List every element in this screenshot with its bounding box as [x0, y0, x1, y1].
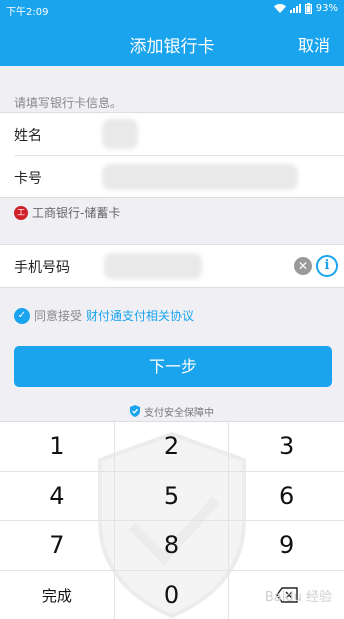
key-6[interactable]: 6: [229, 472, 344, 521]
key-0[interactable]: 0: [115, 570, 230, 619]
key-1[interactable]: 1: [0, 422, 115, 472]
number-keypad: 1 2 3 4 5 6 7 8 9 完成 0 Baidu 经验: [0, 421, 344, 619]
page-title: 添加银行卡: [129, 37, 215, 57]
phone-label: 手机号码: [14, 260, 70, 276]
bank-info: 工 工商银行-储蓄卡: [14, 204, 120, 221]
next-button[interactable]: 下一步: [14, 346, 332, 387]
signal-icon: [289, 4, 301, 13]
card-info-group: 姓名 卡号: [0, 112, 344, 198]
security-notice: 支付安全保障中: [0, 400, 344, 422]
form-hint: 请填写银行卡信息。: [14, 96, 123, 110]
key-8[interactable]: 8: [114, 521, 230, 571]
agreement: ✓ 同意接受 财付通支付相关协议: [14, 307, 194, 324]
battery-icon: [304, 3, 312, 14]
status-icons: 93%: [273, 3, 338, 14]
shield-icon: [130, 405, 140, 417]
done-key[interactable]: 完成: [0, 570, 115, 619]
card-number-row[interactable]: 卡号: [14, 155, 344, 197]
wifi-icon: [273, 4, 286, 13]
phone-value-redacted: [104, 253, 202, 279]
clear-icon[interactable]: ✕: [294, 257, 312, 275]
bank-name: 工商银行-储蓄卡: [32, 206, 121, 220]
info-icon[interactable]: i: [316, 255, 338, 277]
key-4[interactable]: 4: [0, 471, 115, 521]
cancel-button[interactable]: 取消: [298, 32, 330, 56]
phone-row[interactable]: 手机号码 ✕ i: [0, 245, 344, 287]
name-label: 姓名: [14, 128, 42, 144]
key-2[interactable]: 2: [114, 422, 230, 472]
icbc-logo-icon: 工: [14, 205, 28, 220]
checkmark-icon[interactable]: ✓: [14, 307, 30, 324]
security-text: 支付安全保障中: [144, 407, 214, 419]
status-time: 下午2:09: [6, 7, 49, 18]
key-7[interactable]: 7: [0, 521, 115, 571]
card-number-label: 卡号: [14, 171, 42, 187]
card-number-redacted: [102, 164, 298, 190]
key-9[interactable]: 9: [229, 521, 344, 571]
baidu-watermark: Baidu 经验: [264, 590, 332, 605]
agreement-link[interactable]: 财付通支付相关协议: [86, 307, 194, 324]
name-row[interactable]: 姓名: [0, 113, 344, 155]
nav-bar: 添加银行卡 取消: [0, 18, 344, 66]
agreement-prefix: 同意接受: [34, 309, 83, 323]
battery-percent: 93%: [315, 3, 338, 14]
key-3[interactable]: 3: [229, 422, 344, 472]
key-5[interactable]: 5: [114, 471, 230, 521]
status-bar: 下午2:09 93%: [0, 0, 344, 18]
phone-group: 手机号码 ✕ i: [0, 244, 344, 288]
name-value-redacted: [102, 119, 138, 149]
